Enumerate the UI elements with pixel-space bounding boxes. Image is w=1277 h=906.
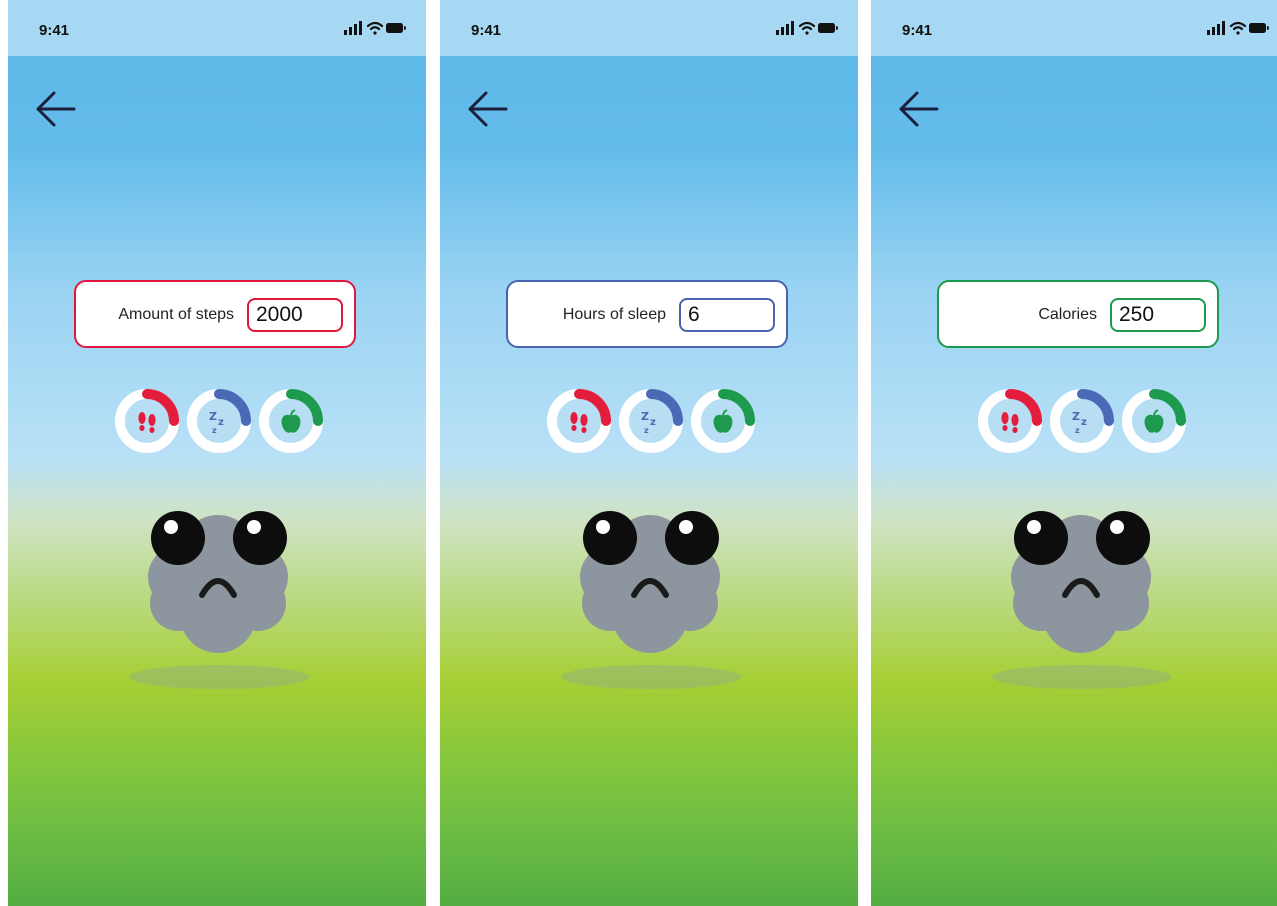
- back-arrow-icon[interactable]: [32, 88, 80, 130]
- status-icons: [344, 21, 406, 35]
- calories-progress-ring[interactable]: [258, 388, 324, 454]
- status-bar: 9:41: [8, 0, 426, 56]
- wifi-icon: [1229, 21, 1247, 35]
- svg-text:Z: Z: [1072, 410, 1080, 423]
- status-bar: 9:41: [440, 0, 858, 56]
- status-icons: [776, 21, 838, 35]
- svg-text:z: z: [1081, 417, 1087, 428]
- sleep-progress-ring[interactable]: Zzz: [618, 388, 684, 454]
- steps-progress-ring[interactable]: [546, 388, 612, 454]
- sad-frog-mascot: [148, 511, 288, 653]
- svg-text:z: z: [1075, 426, 1080, 435]
- status-time: 9:41: [471, 22, 502, 39]
- phone-screen-calories: 9:41 Calories 250 Zzz: [871, 0, 1277, 906]
- sleep-field-label: Hours of sleep: [562, 306, 666, 323]
- metric-rings: Zzz: [977, 388, 1191, 454]
- metric-input-card: Hours of sleep 6: [506, 280, 788, 348]
- metric-rings: Zzz: [546, 388, 760, 454]
- steps-progress-ring[interactable]: [977, 388, 1043, 454]
- calories-input[interactable]: 250: [1110, 298, 1206, 332]
- back-arrow-icon[interactable]: [895, 88, 943, 130]
- sleep-progress-ring[interactable]: Zzz: [186, 388, 252, 454]
- svg-text:z: z: [218, 417, 224, 428]
- steps-progress-ring[interactable]: [114, 388, 180, 454]
- svg-text:z: z: [212, 426, 217, 435]
- battery-icon: [1249, 23, 1269, 33]
- battery-icon: [818, 23, 838, 33]
- sleep-progress-ring[interactable]: Zzz: [1049, 388, 1115, 454]
- calories-progress-ring[interactable]: [1121, 388, 1187, 454]
- battery-icon: [386, 23, 406, 33]
- back-arrow-icon[interactable]: [464, 88, 512, 130]
- metric-rings: Zzz: [114, 388, 328, 454]
- steps-field-label: Amount of steps: [118, 306, 234, 323]
- mascot-shadow: [992, 665, 1172, 689]
- status-bar: 9:41: [871, 0, 1277, 56]
- status-time: 9:41: [902, 22, 933, 39]
- svg-text:Z: Z: [641, 410, 649, 423]
- sad-frog-mascot: [580, 511, 720, 653]
- svg-text:z: z: [644, 426, 649, 435]
- status-time: 9:41: [39, 22, 70, 39]
- phone-screen-steps: 9:41 Amount of steps 2000 Zzz: [8, 0, 426, 906]
- wifi-icon: [798, 21, 816, 35]
- calories-progress-ring[interactable]: [690, 388, 756, 454]
- mascot-shadow: [561, 665, 741, 689]
- sleep-input[interactable]: 6: [679, 298, 775, 332]
- metric-input-card: Calories 250: [937, 280, 1219, 348]
- calories-field-label: Calories: [1038, 306, 1097, 323]
- metric-input-card: Amount of steps 2000: [74, 280, 356, 348]
- svg-text:z: z: [650, 417, 656, 428]
- phone-screen-sleep: 9:41 Hours of sleep 6 Zzz: [440, 0, 858, 906]
- sad-frog-mascot: [1011, 511, 1151, 653]
- steps-input[interactable]: 2000: [247, 298, 343, 332]
- wifi-icon: [366, 21, 384, 35]
- signal-icon: [344, 21, 362, 35]
- mascot-shadow: [129, 665, 309, 689]
- status-icons: [1207, 21, 1269, 35]
- svg-text:Z: Z: [209, 410, 217, 423]
- signal-icon: [1207, 21, 1225, 35]
- signal-icon: [776, 21, 794, 35]
